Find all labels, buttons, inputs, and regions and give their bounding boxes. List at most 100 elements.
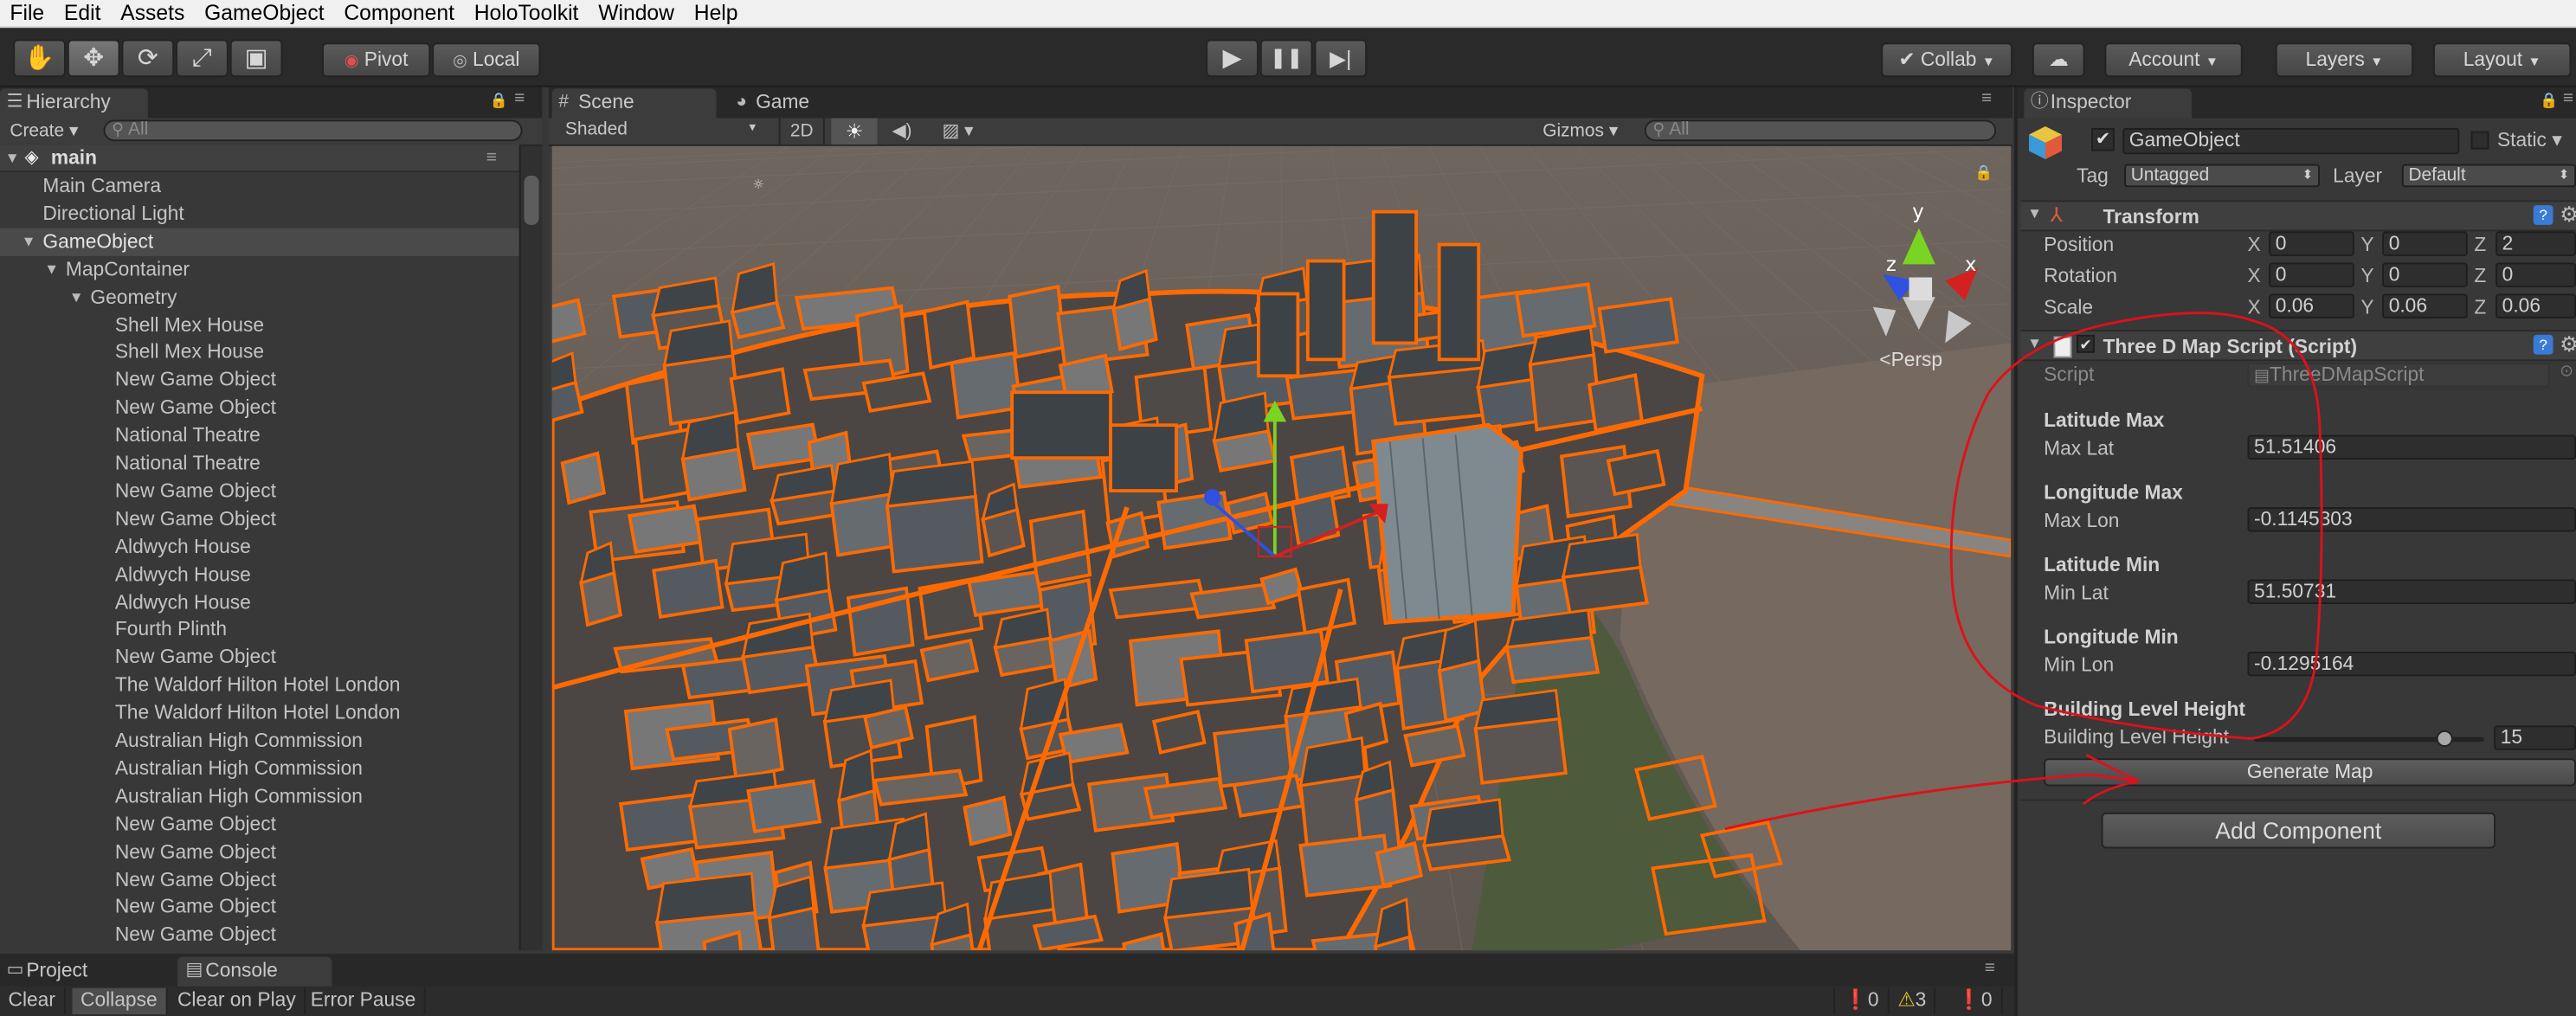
- hierarchy-search-input[interactable]: ⚲ All: [103, 119, 523, 142]
- hierarchy-item[interactable]: New Game Object: [0, 367, 519, 395]
- menu-item-holotoolkit[interactable]: HoloToolkit: [464, 0, 588, 28]
- panel-menu-icon[interactable]: ≡: [1981, 88, 1992, 108]
- transform-component-header[interactable]: ▼ ⅄ Transform ? ⚙: [2020, 200, 2576, 232]
- hierarchy-item[interactable]: New Game Object: [0, 810, 519, 838]
- collapse-arrow-icon[interactable]: ▼: [2027, 205, 2042, 222]
- hierarchy-item[interactable]: Main Camera: [0, 172, 519, 200]
- hierarchy-item[interactable]: Aldwych House: [0, 533, 519, 561]
- scene-search-input[interactable]: ⚲ All: [1644, 119, 1997, 142]
- layer-dropdown[interactable]: Default ⬍: [2401, 164, 2576, 188]
- hierarchy-item[interactable]: The Waldorf Hilton Hotel London: [0, 672, 519, 699]
- z-axis-label[interactable]: Z: [2474, 233, 2486, 256]
- menu-item-assets[interactable]: Assets: [111, 0, 195, 28]
- lock-icon[interactable]: 🔒: [490, 92, 508, 110]
- local-toggle[interactable]: ◎ Local: [432, 42, 541, 78]
- position-z-field[interactable]: 2: [2496, 231, 2576, 256]
- step-button[interactable]: ▶|: [1314, 39, 1368, 78]
- object-name-field[interactable]: GameObject: [2122, 127, 2460, 155]
- account-dropdown[interactable]: Account ▼: [2104, 42, 2243, 78]
- expand-arrow-icon[interactable]: ▼: [69, 283, 84, 311]
- static-checkbox[interactable]: [2470, 131, 2489, 150]
- position-y-field[interactable]: 0: [2382, 231, 2468, 256]
- menu-item-help[interactable]: Help: [684, 0, 748, 28]
- expand-arrow-icon[interactable]: ▼: [44, 255, 59, 283]
- cloud-button[interactable]: ☁: [2032, 42, 2085, 78]
- hierarchy-item[interactable]: The Waldorf Hilton Hotel London: [0, 699, 519, 727]
- rotation-x-field[interactable]: 0: [2269, 262, 2354, 287]
- clear-on-play-toggle[interactable]: Clear on Play: [169, 987, 306, 1015]
- play-button[interactable]: ▶: [1206, 39, 1259, 78]
- hierarchy-item[interactable]: Aldwych House: [0, 588, 519, 616]
- audio-toggle[interactable]: ◀): [880, 119, 923, 145]
- scale-tool-button[interactable]: ⤢: [176, 39, 229, 78]
- hierarchy-item[interactable]: New Game Object: [0, 922, 519, 949]
- expand-arrow-icon[interactable]: ▼: [5, 145, 20, 172]
- lighting-toggle[interactable]: ☀: [831, 118, 878, 145]
- y-axis-label[interactable]: Y: [2360, 264, 2373, 287]
- hierarchy-item[interactable]: ▼ Geometry: [0, 283, 519, 311]
- hierarchy-item[interactable]: New Game Object: [0, 865, 519, 893]
- hierarchy-item[interactable]: Australian High Commission: [0, 755, 519, 782]
- z-axis-label[interactable]: Z: [2474, 264, 2486, 287]
- rotation-y-field[interactable]: 0: [2382, 262, 2468, 287]
- hierarchy-item[interactable]: New Game Object: [0, 505, 519, 533]
- hierarchy-item[interactable]: ▼ GameObject: [0, 228, 519, 256]
- hand-tool-button[interactable]: ✋: [13, 39, 66, 78]
- rect-tool-tool-button[interactable]: ▣: [229, 39, 283, 78]
- effects-dropdown[interactable]: ▨ ▾: [930, 119, 986, 145]
- menu-item-edit[interactable]: Edit: [55, 0, 111, 28]
- lock-icon[interactable]: 🔒: [2540, 92, 2558, 110]
- hierarchy-item[interactable]: Shell Mex House: [0, 311, 519, 338]
- gear-icon[interactable]: ⚙: [2560, 202, 2576, 228]
- position-x-field[interactable]: 0: [2269, 231, 2354, 256]
- clear-button[interactable]: Clear: [0, 987, 66, 1015]
- layers-dropdown[interactable]: Layers ▼: [2275, 42, 2414, 78]
- tab-game[interactable]: ◕ Game: [730, 88, 861, 118]
- hierarchy-scroll-thumb[interactable]: [524, 175, 539, 225]
- scene-menu-icon[interactable]: ≡: [486, 145, 497, 172]
- hierarchy-item[interactable]: New Game Object: [0, 478, 519, 505]
- tab-inspector[interactable]: ⓘ Inspector: [2024, 88, 2192, 119]
- menu-item-component[interactable]: Component: [334, 0, 464, 28]
- error-count-toggle[interactable]: ❗0: [1833, 987, 1890, 1015]
- hierarchy-item[interactable]: National Theatre: [0, 422, 519, 450]
- collab-dropdown[interactable]: ✔ Collab ▼: [1881, 42, 2013, 78]
- hierarchy-item[interactable]: Aldwych House: [0, 561, 519, 588]
- hierarchy-scrollbar[interactable]: [518, 145, 543, 951]
- gizmos-dropdown[interactable]: Gizmos ▾: [1542, 119, 1618, 141]
- hierarchy-item[interactable]: National Theatre: [0, 450, 519, 478]
- shading-dropdown[interactable]: Shaded ▾: [565, 119, 763, 139]
- panel-menu-icon[interactable]: ≡: [514, 88, 525, 108]
- error-pause-toggle[interactable]: Error Pause: [302, 987, 426, 1015]
- hierarchy-item[interactable]: New Game Object: [0, 838, 519, 865]
- warning-count-toggle[interactable]: ⚠3: [1890, 987, 1936, 1015]
- layout-dropdown[interactable]: Layout ▼: [2432, 42, 2572, 78]
- rotate-tool-button[interactable]: ⟳: [121, 39, 175, 78]
- panel-menu-icon[interactable]: ≡: [1985, 959, 1995, 979]
- menu-item-file[interactable]: File: [0, 0, 55, 28]
- pivot-toggle[interactable]: ◉ Pivot: [322, 42, 431, 78]
- scene-header-row[interactable]: ▼ ◈ main ≡: [0, 144, 519, 173]
- lock-icon[interactable]: 🔒: [1974, 164, 1993, 182]
- menu-item-window[interactable]: Window: [589, 0, 685, 28]
- move-tool-button[interactable]: ✥: [67, 39, 120, 78]
- tab-project[interactable]: ▭ Project: [0, 957, 164, 987]
- hierarchy-item[interactable]: New Game Object: [0, 644, 519, 672]
- tag-dropdown[interactable]: Untagged ⬍: [2124, 164, 2320, 188]
- hierarchy-item[interactable]: Australian High Commission: [0, 727, 519, 755]
- active-checkbox[interactable]: ✔: [2091, 127, 2115, 151]
- info-count-toggle[interactable]: ❗0: [1948, 987, 2002, 1015]
- tab-hierarchy[interactable]: ☰ Hierarchy: [0, 88, 148, 119]
- hierarchy-item[interactable]: New Game Object: [0, 893, 519, 921]
- panel-menu-icon[interactable]: ≡: [2563, 88, 2573, 108]
- y-axis-label[interactable]: Y: [2360, 233, 2373, 256]
- hierarchy-item[interactable]: Shell Mex House: [0, 338, 519, 366]
- menu-item-gameobject[interactable]: GameObject: [195, 0, 334, 28]
- hierarchy-item[interactable]: Fourth Plinth: [0, 616, 519, 644]
- tab-console[interactable]: ▤ Console: [177, 956, 332, 987]
- hierarchy-item[interactable]: New Game Object: [0, 395, 519, 422]
- x-axis-label[interactable]: X: [2247, 264, 2260, 287]
- hierarchy-item[interactable]: Directional Light: [0, 200, 519, 228]
- expand-arrow-icon[interactable]: ▼: [22, 228, 36, 255]
- rotation-z-field[interactable]: 0: [2496, 262, 2576, 287]
